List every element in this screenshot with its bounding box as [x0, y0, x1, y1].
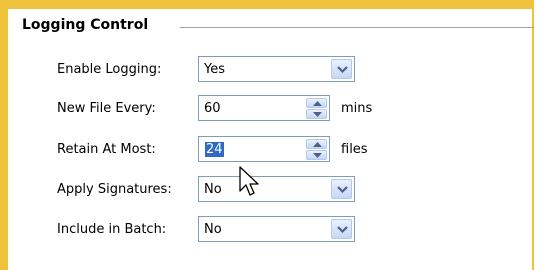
new-file-every-spinner[interactable]: 60: [198, 95, 330, 121]
row-include-in-batch: Include in Batch: No: [0, 216, 534, 244]
retain-at-most-label: Retain At Most:: [57, 142, 156, 157]
include-in-batch-label: Include in Batch:: [57, 222, 167, 237]
retain-at-most-increment-button[interactable]: [306, 139, 327, 149]
new-file-every-decrement-button[interactable]: [306, 109, 327, 119]
chevron-down-icon: [337, 66, 348, 74]
new-file-every-value: 60: [204, 101, 221, 116]
retain-at-most-spinner[interactable]: 24: [198, 136, 330, 162]
enable-logging-dropdown-button[interactable]: [331, 59, 352, 79]
retain-at-most-unit: files: [341, 142, 368, 157]
include-in-batch-value: No: [204, 222, 222, 237]
retain-at-most-value: 24: [205, 142, 224, 157]
new-file-every-increment-button[interactable]: [306, 98, 327, 108]
mouse-pointer-icon: [239, 166, 259, 196]
group-title: Logging Control: [22, 17, 157, 33]
group-divider: [180, 27, 534, 28]
enable-logging-value: Yes: [204, 62, 225, 77]
arrow-up-icon: [313, 101, 322, 106]
row-apply-signatures: Apply Signatures: No: [0, 176, 534, 204]
retain-at-most-decrement-button[interactable]: [306, 150, 327, 160]
apply-signatures-select[interactable]: No: [198, 176, 355, 202]
chevron-down-icon: [337, 186, 348, 194]
include-in-batch-select[interactable]: No: [198, 216, 355, 242]
apply-signatures-value: No: [204, 182, 222, 197]
row-enable-logging: Enable Logging: Yes: [0, 56, 534, 84]
arrow-down-icon: [313, 153, 322, 158]
include-in-batch-dropdown-button[interactable]: [331, 219, 352, 239]
enable-logging-select[interactable]: Yes: [198, 56, 355, 82]
arrow-down-icon: [313, 112, 322, 117]
row-retain-at-most: Retain At Most: 24 files: [0, 136, 534, 164]
row-new-file-every: New File Every: 60 mins: [0, 95, 534, 123]
new-file-every-unit: mins: [341, 101, 373, 116]
chevron-down-icon: [337, 226, 348, 234]
apply-signatures-label: Apply Signatures:: [57, 182, 172, 197]
enable-logging-label: Enable Logging:: [57, 62, 162, 77]
arrow-up-icon: [313, 142, 322, 147]
panel-top-border: [0, 0, 534, 9]
new-file-every-label: New File Every:: [57, 101, 156, 116]
apply-signatures-dropdown-button[interactable]: [331, 179, 352, 199]
